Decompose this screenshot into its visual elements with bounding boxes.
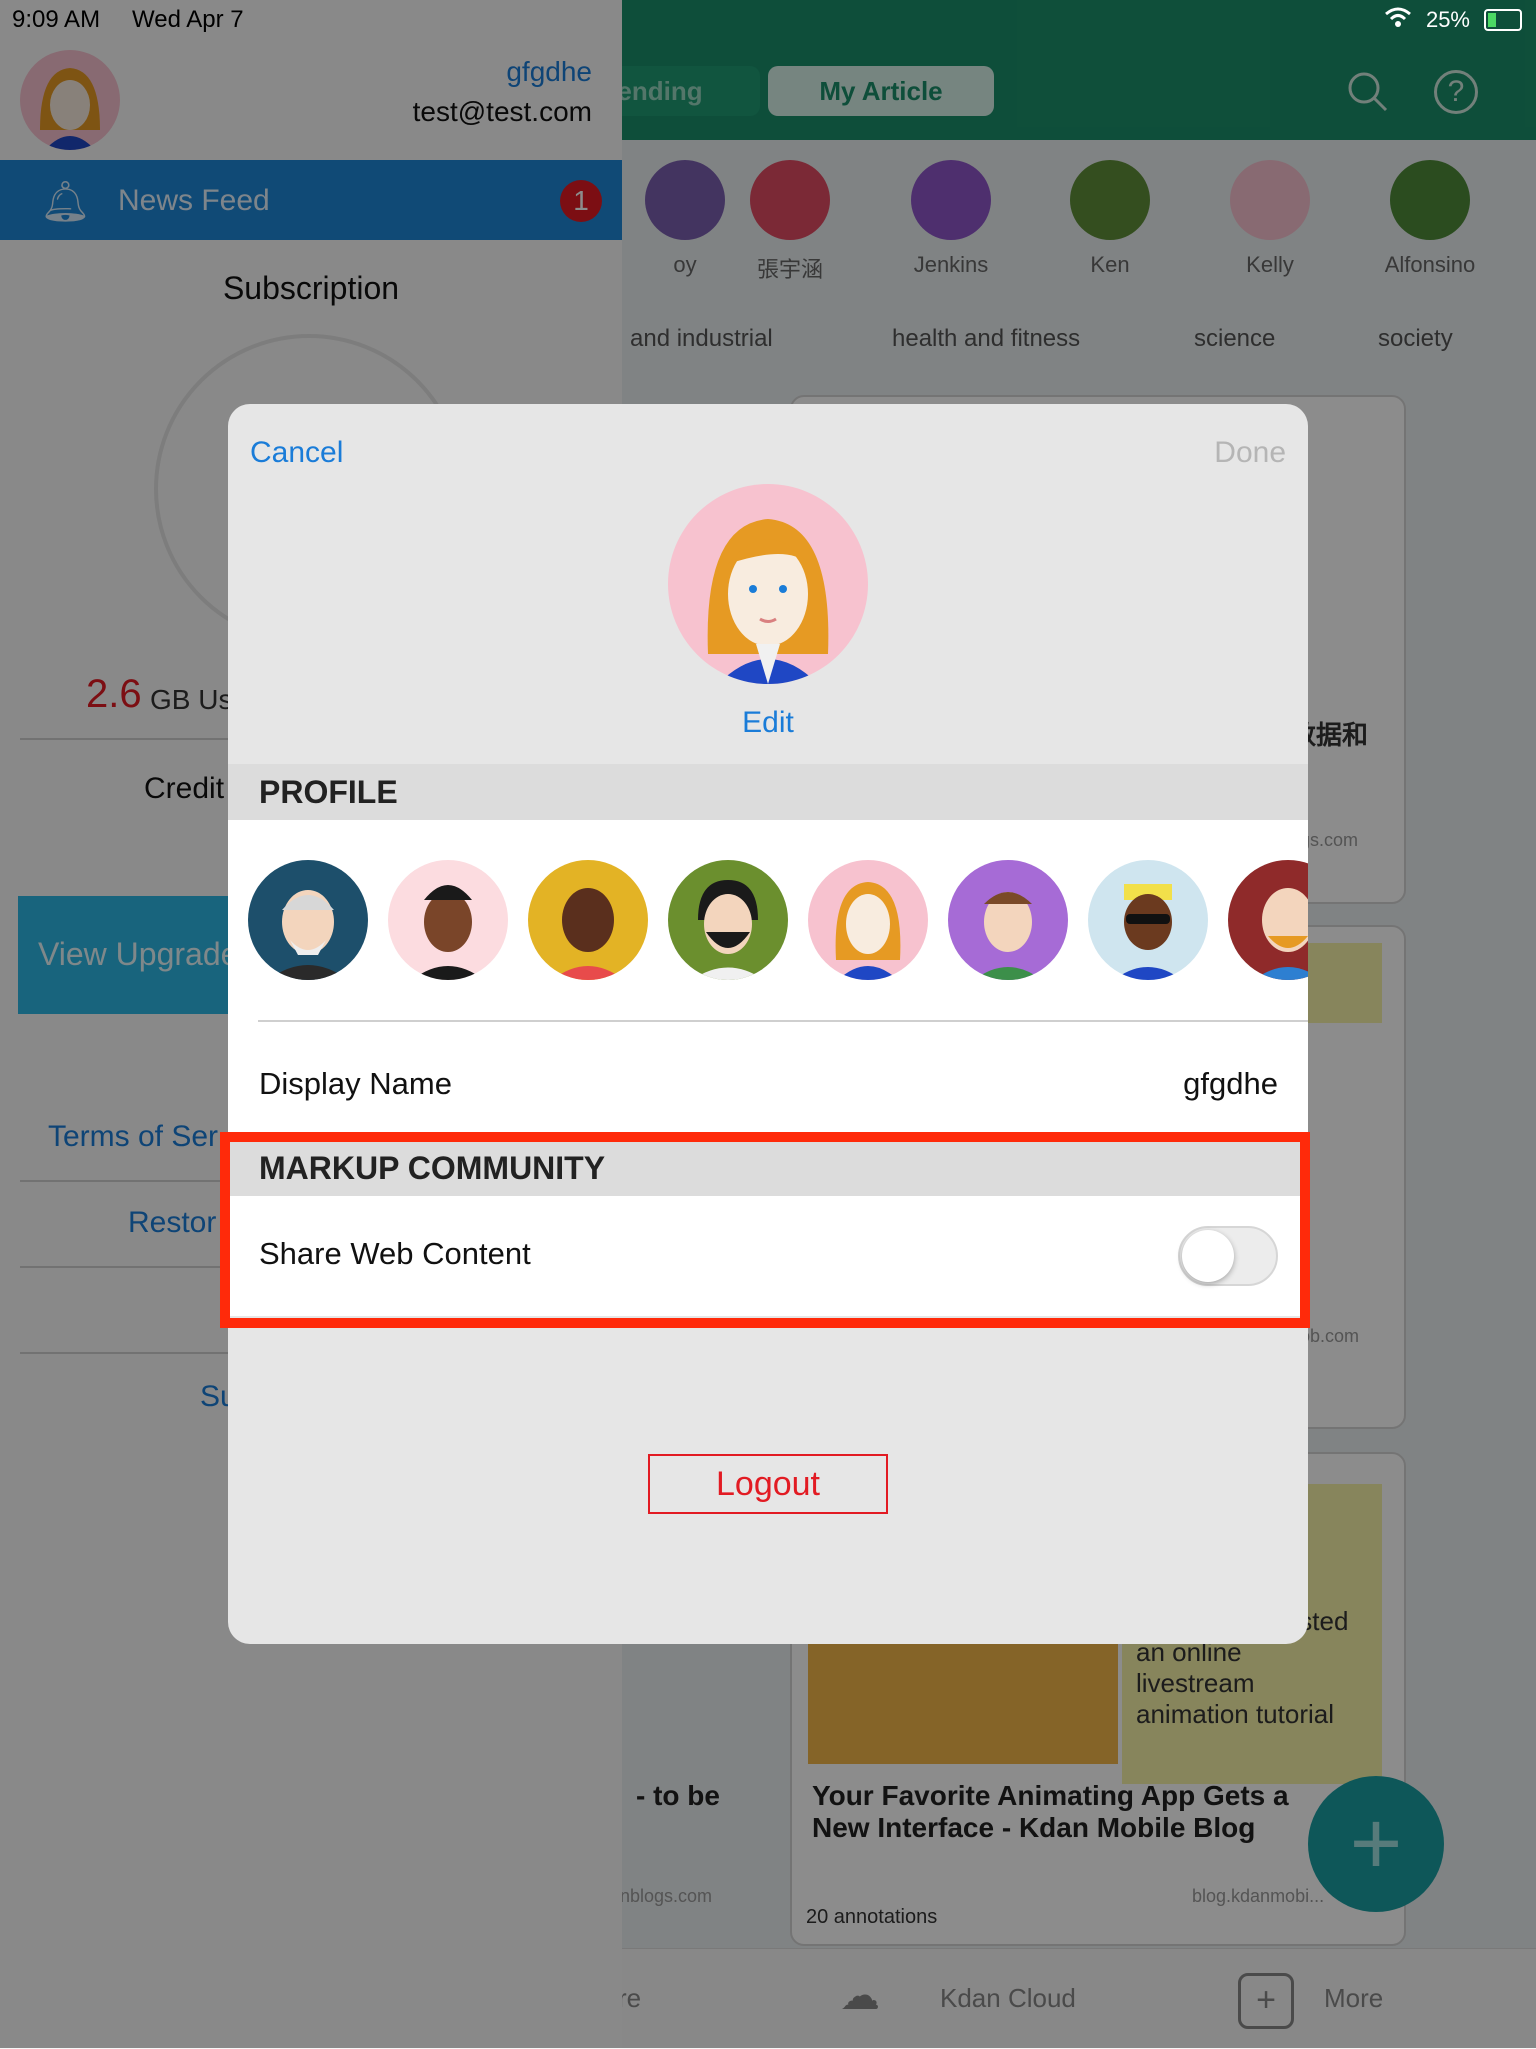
profile-avatar[interactable] xyxy=(668,484,868,684)
cancel-button[interactable]: Cancel xyxy=(250,436,343,470)
battery-percent: 25% xyxy=(1425,7,1470,32)
avatar-option[interactable] xyxy=(1228,860,1308,980)
edit-avatar-link[interactable]: Edit xyxy=(228,706,1308,740)
status-bar: 9:09 AM Wed Apr 7 25% xyxy=(0,0,1536,42)
wifi-icon xyxy=(1384,6,1412,34)
battery-icon xyxy=(1484,9,1522,31)
logout-button[interactable]: Logout xyxy=(648,1454,888,1514)
status-time: 9:09 AM xyxy=(12,6,101,33)
avatar-option[interactable] xyxy=(808,860,928,980)
avatar-option[interactable] xyxy=(668,860,788,980)
avatar-option[interactable] xyxy=(248,860,368,980)
divider xyxy=(258,1020,1308,1022)
avatar-option[interactable] xyxy=(388,860,508,980)
avatar-picker xyxy=(228,820,1308,1020)
avatar-option[interactable] xyxy=(948,860,1068,980)
display-name-label: Display Name xyxy=(259,1066,452,1101)
highlight-box xyxy=(220,1132,1310,1328)
display-name-value[interactable]: gfgdhe xyxy=(1183,1066,1278,1102)
status-date: Wed Apr 7 xyxy=(132,6,244,33)
profile-modal: Cancel Done Edit PROFILE Display Name gf… xyxy=(228,404,1308,1644)
status-right: 25% xyxy=(1384,6,1522,34)
profile-section: Display Name gfgdhe xyxy=(228,820,1308,1140)
done-button[interactable]: Done xyxy=(1214,436,1286,470)
avatar-option[interactable] xyxy=(528,860,648,980)
avatar-option[interactable] xyxy=(1088,860,1208,980)
profile-section-header: PROFILE xyxy=(228,764,1308,820)
